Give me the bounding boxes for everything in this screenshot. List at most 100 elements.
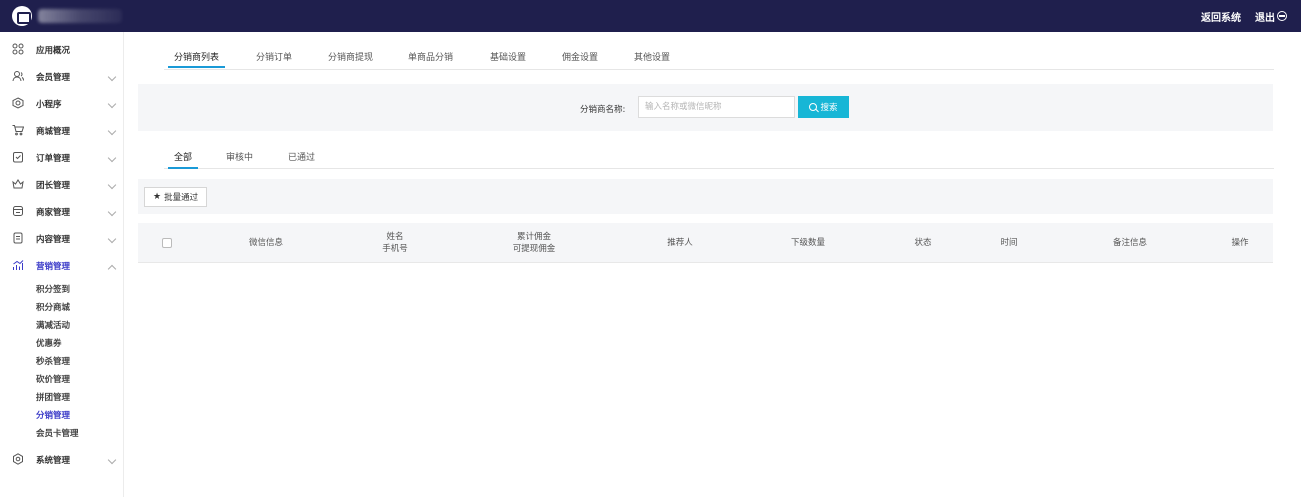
sidebar-item-content[interactable]: 内容管理 [0, 225, 124, 252]
column-header-line1: 备注信息 [1112, 238, 1148, 248]
crown-icon [12, 179, 24, 189]
column-header-line2: 可提现佣金 [512, 244, 556, 254]
users-icon [12, 71, 24, 82]
batch-action-bar: ★ 批量通过 [138, 179, 1273, 214]
sidebar-item-overview[interactable]: 应用概况 [0, 36, 124, 63]
sidebar-subitem-coupons[interactable]: 优惠券 [36, 337, 62, 349]
batch-approve-button[interactable]: ★ 批量通过 [144, 187, 208, 207]
column-header-referrer: 推荐人 [667, 223, 693, 263]
sidebar-subitem-flash-sale[interactable]: 秒杀管理 [36, 355, 70, 367]
tab-basic-settings[interactable]: 基础设置 [490, 50, 526, 63]
sidebar-subitem-group-buy[interactable]: 拼团管理 [36, 391, 70, 403]
chevron-up-icon [107, 264, 117, 274]
tab-commission-settings[interactable]: 佣金设置 [562, 50, 598, 63]
sidebar-item-label: 商城管理 [36, 126, 71, 137]
sidebar-item-label: 应用概况 [36, 45, 71, 56]
star-icon: ★ [153, 192, 162, 202]
distribution-tabs: 分销商列表 分销订单 分销商提现 单商品分销 基础设置 佣金设置 其他设置 [164, 32, 1274, 70]
back-to-system-link[interactable]: 返回系统 [1201, 9, 1241, 24]
search-button-label: 搜索 [820, 103, 838, 113]
column-header-line1: 操作 [1231, 238, 1249, 248]
sidebar-item-label: 小程序 [36, 99, 62, 110]
sidebar: 应用概况 会员管理 小程序 商城管理 订单管理 团长管理 商家管理 内容管理 营… [0, 32, 124, 497]
column-header-commission: 累计佣金 可提现佣金 [513, 223, 556, 263]
tab-status-reviewing[interactable]: 审核中 [226, 150, 253, 163]
chevron-down-icon [107, 72, 117, 82]
chevron-down-icon [107, 234, 117, 244]
miniprogram-icon [12, 97, 24, 109]
sidebar-item-orders[interactable]: 订单管理 [0, 144, 124, 171]
logout-icon [1277, 11, 1287, 21]
tab-distributor-withdraw[interactable]: 分销商提现 [328, 50, 373, 63]
tab-status-approved[interactable]: 已通过 [288, 150, 315, 163]
sidebar-item-label: 营销管理 [36, 261, 71, 272]
top-actions: 返回系统 退出 [1201, 0, 1287, 32]
logout-label: 退出 [1255, 12, 1275, 24]
sidebar-item-label: 系统管理 [36, 455, 71, 466]
sidebar-item-label: 团长管理 [36, 180, 71, 191]
search-bar: 分销商名称: 搜索 [138, 84, 1273, 131]
column-header-name-phone: 姓名 手机号 [382, 223, 408, 263]
column-header-line1: 状态 [914, 238, 932, 248]
store-icon [13, 206, 23, 216]
column-header-status: 状态 [914, 223, 931, 263]
status-tabs: 全部 审核中 已通过 [164, 140, 1274, 169]
back-to-system-label: 返回系统 [1201, 12, 1241, 24]
sidebar-item-leaders[interactable]: 团长管理 [0, 171, 124, 198]
gear-icon [13, 453, 23, 465]
sidebar-item-label: 内容管理 [36, 234, 71, 245]
column-header-line1: 姓名 [386, 232, 404, 242]
chevron-down-icon [107, 455, 117, 465]
sidebar-item-miniprogram[interactable]: 小程序 [0, 90, 124, 117]
select-all-checkbox[interactable] [162, 238, 172, 248]
column-header-subordinates: 下级数量 [791, 223, 825, 263]
search-icon [809, 103, 818, 111]
sidebar-item-mall[interactable]: 商城管理 [0, 117, 124, 144]
sidebar-subitem-points-checkin[interactable]: 积分签到 [36, 283, 70, 295]
chevron-down-icon [107, 180, 117, 190]
chevron-down-icon [107, 207, 117, 217]
brand-name-blurred [38, 9, 122, 23]
sidebar-item-system[interactable]: 系统管理 [0, 446, 124, 473]
chevron-down-icon [107, 153, 117, 163]
column-header-line1: 推荐人 [667, 238, 693, 248]
tab-other-settings[interactable]: 其他设置 [634, 50, 670, 63]
chevron-down-icon [107, 126, 117, 136]
distributor-name-input[interactable] [638, 96, 795, 118]
column-header-time: 时间 [1000, 223, 1017, 263]
sidebar-item-marketing[interactable]: 营销管理 [0, 252, 124, 279]
column-header-line2: 手机号 [382, 244, 408, 254]
grid-icon [12, 43, 24, 55]
cart-icon [12, 125, 24, 136]
column-header-line1: 下级数量 [790, 238, 826, 248]
sidebar-item-label: 订单管理 [36, 153, 71, 164]
logo-icon [12, 6, 32, 26]
main-content: 分销商列表 分销订单 分销商提现 单商品分销 基础设置 佣金设置 其他设置 分销… [124, 32, 1301, 497]
column-header-line1: 累计佣金 [516, 232, 552, 242]
tab-status-all[interactable]: 全部 [167, 150, 199, 169]
column-header-actions: 操作 [1231, 223, 1248, 263]
batch-approve-label: 批量通过 [164, 193, 199, 203]
sidebar-item-members[interactable]: 会员管理 [0, 63, 124, 90]
tab-distribution-orders[interactable]: 分销订单 [256, 50, 292, 63]
search-button[interactable]: 搜索 [798, 96, 849, 118]
sidebar-subitem-discount-activity[interactable]: 满减活动 [36, 319, 70, 331]
sidebar-subitem-points-mall[interactable]: 积分商城 [36, 301, 70, 313]
sidebar-item-merchants[interactable]: 商家管理 [0, 198, 124, 225]
order-icon [13, 152, 23, 163]
sidebar-subitem-bargain[interactable]: 砍价管理 [36, 373, 70, 385]
column-header-remarks: 备注信息 [1113, 223, 1147, 263]
sidebar-subitem-distribution[interactable]: 分销管理 [36, 409, 70, 421]
sidebar-item-label: 会员管理 [36, 72, 71, 83]
document-icon [13, 232, 23, 244]
chart-icon [13, 260, 24, 270]
sidebar-subitem-member-card[interactable]: 会员卡管理 [36, 427, 79, 439]
chevron-down-icon [107, 99, 117, 109]
logout-link[interactable]: 退出 [1255, 9, 1287, 24]
column-header-line1: 时间 [1000, 238, 1018, 248]
table-header: 微信信息 姓名手机号 累计佣金可提现佣金 推荐人 下级数量 状态 时间 备注信息… [138, 223, 1273, 263]
tab-distributor-list[interactable]: 分销商列表 [167, 50, 226, 68]
top-bar: 返回系统 退出 [0, 0, 1301, 32]
tab-single-product-distribution[interactable]: 单商品分销 [408, 50, 453, 63]
column-header-wechat-info: 微信信息 [249, 223, 283, 263]
